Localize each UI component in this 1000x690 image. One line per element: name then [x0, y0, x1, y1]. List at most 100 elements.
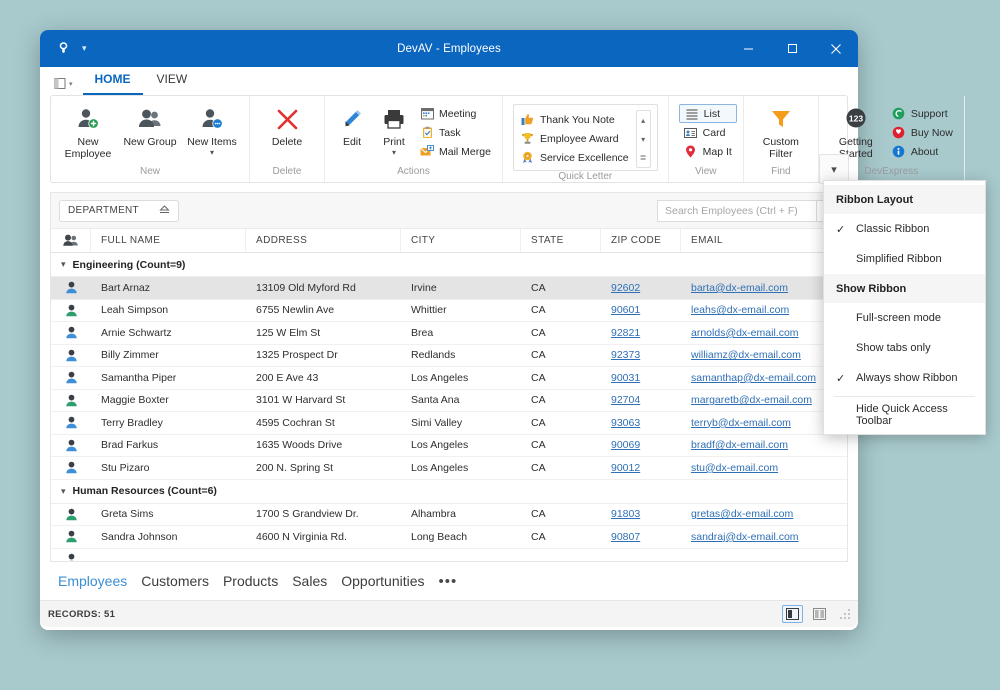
table-row[interactable]: Brad Farkus1635 Woods DriveLos AngelesCA… — [51, 435, 847, 458]
new-employee-button[interactable]: New Employee — [57, 101, 119, 160]
cell-zip-code[interactable]: 90601 — [601, 300, 681, 322]
document-tab-products[interactable]: Products — [223, 573, 278, 589]
table-row[interactable]: Samantha Piper200 E Ave 43Los AngelesCA9… — [51, 367, 847, 390]
printer-icon — [382, 105, 406, 133]
cell-address: 200 E Ave 43 — [246, 367, 401, 389]
getting-started-button[interactable]: 123 Getting Started — [825, 101, 887, 160]
menu-item-hide-quick-access-toolbar[interactable]: Hide Quick Access Toolbar — [824, 400, 985, 430]
customize-qat-chevron-down-icon[interactable]: ▾ — [82, 44, 87, 53]
cell-email[interactable]: bradf@dx-email.com — [681, 435, 847, 457]
cell-zip-code[interactable]: 90031 — [601, 367, 681, 389]
view-map-it-button[interactable]: Map It — [679, 142, 737, 161]
meeting-button[interactable]: Meeting — [415, 104, 496, 123]
quick-letter-gallery-scrollbar[interactable]: ▴ ▾ ≣ — [636, 110, 651, 168]
group-row[interactable]: ▾Human Resources (Count=6) — [51, 480, 847, 504]
cell-email[interactable]: gretas@dx-email.com — [681, 504, 847, 526]
document-tab-customers[interactable]: Customers — [141, 573, 209, 589]
print-chevron-down-icon[interactable]: ▾ — [392, 149, 396, 157]
table-row[interactable] — [51, 549, 847, 562]
thank-you-note-button[interactable]: Thank You Note — [516, 110, 634, 129]
cell-zip-code[interactable]: 91803 — [601, 504, 681, 526]
table-row[interactable]: Maggie Boxter3101 W Harvard StSanta AnaC… — [51, 390, 847, 413]
menu-item-simplified-ribbon[interactable]: Simplified Ribbon — [824, 244, 985, 274]
menu-item-full-screen-mode[interactable]: Full-screen mode — [824, 303, 985, 333]
cell-zip-code[interactable]: 90807 — [601, 526, 681, 548]
maximize-icon[interactable] — [770, 30, 814, 67]
document-tab-sales[interactable]: Sales — [292, 573, 327, 589]
devav-logo-icon[interactable] — [54, 40, 72, 58]
tab-home[interactable]: HOME — [83, 68, 143, 95]
buy-now-button[interactable]: Buy Now — [887, 123, 958, 142]
users-group-icon — [137, 105, 163, 133]
gallery-chevron-down-icon[interactable]: ▾ — [637, 130, 650, 149]
document-tab-more[interactable]: ••• — [439, 573, 458, 590]
support-button[interactable]: Support — [887, 104, 958, 123]
sort-ascending-icon[interactable] — [159, 205, 170, 217]
split-view-icon[interactable] — [782, 605, 803, 623]
document-tab-employees[interactable]: Employees — [58, 573, 127, 589]
cell-address: 200 N. Spring St — [246, 457, 401, 479]
view-list-button[interactable]: List — [679, 104, 737, 123]
cell-email[interactable]: stu@dx-email.com — [681, 457, 847, 479]
menu-item-full-screen-mode-label: Full-screen mode — [856, 312, 941, 324]
print-button[interactable]: Print ▾ — [373, 101, 415, 157]
table-row[interactable]: Arnie Schwartz125 W Elm StBreaCA92821arn… — [51, 322, 847, 345]
table-row[interactable]: Sandra Johnson4600 N Virginia Rd.Long Be… — [51, 526, 847, 549]
chevron-down-icon[interactable]: ▾ — [61, 259, 66, 270]
chevron-down-icon[interactable]: ▾ — [61, 486, 66, 497]
new-items-chevron-down-icon[interactable]: ▾ — [210, 149, 214, 157]
column-header-icon[interactable] — [51, 229, 91, 252]
column-header-zip-code[interactable]: ZIP CODE — [601, 229, 681, 252]
document-tab-opportunities[interactable]: Opportunities — [341, 573, 424, 589]
column-header-address[interactable]: ADDRESS — [246, 229, 401, 252]
cell-city: Redlands — [401, 345, 521, 367]
row-avatar-icon — [51, 549, 91, 562]
ribbon-group-find: Custom Filter Find — [744, 96, 819, 182]
edit-button[interactable]: Edit — [331, 101, 373, 148]
new-items-button[interactable]: New Items ▾ — [181, 101, 243, 157]
table-row[interactable]: Billy Zimmer1325 Prospect DrRedlandsCA92… — [51, 345, 847, 368]
cell-zip-code[interactable]: 90012 — [601, 457, 681, 479]
resize-grip-icon[interactable] — [840, 609, 850, 619]
cell-zip-code[interactable]: 90069 — [601, 435, 681, 457]
table-row[interactable]: Greta Sims1700 S Grandview Dr.AlhambraCA… — [51, 504, 847, 527]
cell-zip-code[interactable]: 92821 — [601, 322, 681, 344]
cell-email[interactable]: sandraj@dx-email.com — [681, 526, 847, 548]
column-header-full-name[interactable]: FULL NAME — [91, 229, 246, 252]
new-group-button[interactable]: New Group — [119, 101, 181, 148]
record-count-label: RECORDS: 51 — [48, 609, 115, 620]
minimize-icon[interactable] — [726, 30, 770, 67]
menu-item-always-show-ribbon[interactable]: ✓ Always show Ribbon — [824, 363, 985, 393]
gallery-chevron-up-icon[interactable]: ▴ — [637, 111, 650, 130]
menu-item-show-tabs-only[interactable]: Show tabs only — [824, 333, 985, 363]
search-input[interactable] — [657, 200, 817, 222]
table-row[interactable]: Terry Bradley4595 Cochran StSimi ValleyC… — [51, 412, 847, 435]
menu-item-classic-ribbon[interactable]: ✓ Classic Ribbon — [824, 214, 985, 244]
about-button[interactable]: About — [887, 142, 958, 161]
delete-label: Delete — [272, 136, 302, 148]
column-header-state[interactable]: STATE — [521, 229, 601, 252]
group-row[interactable]: ▾Engineering (Count=9) — [51, 253, 847, 277]
column-header-city[interactable]: CITY — [401, 229, 521, 252]
table-row[interactable]: Stu Pizaro200 N. Spring StLos AngelesCA9… — [51, 457, 847, 480]
custom-filter-button[interactable]: Custom Filter — [750, 101, 812, 160]
group-by-department-chip[interactable]: DEPARTMENT — [59, 200, 179, 222]
table-row[interactable]: Bart Arnaz13109 Old Myford RdIrvineCA926… — [51, 277, 847, 300]
gallery-expand-icon[interactable]: ≣ — [637, 148, 650, 167]
cell-zip-code[interactable]: 92373 — [601, 345, 681, 367]
delete-button[interactable]: Delete — [256, 101, 318, 148]
employee-award-button[interactable]: Employee Award — [516, 129, 634, 148]
cell-zip-code[interactable]: 92602 — [601, 277, 681, 299]
ribbon-display-options-icon[interactable]: ▾ — [52, 77, 81, 95]
cell-state: CA — [521, 390, 601, 412]
book-view-icon[interactable] — [809, 605, 830, 623]
close-icon[interactable] — [814, 30, 858, 67]
cell-zip-code[interactable]: 92704 — [601, 390, 681, 412]
table-row[interactable]: Leah Simpson6755 Newlin AveWhittierCA906… — [51, 300, 847, 323]
task-button[interactable]: Task — [415, 123, 496, 142]
cell-zip-code[interactable]: 93063 — [601, 412, 681, 434]
service-excellence-button[interactable]: Service Excellence — [516, 148, 634, 167]
view-card-button[interactable]: Card — [679, 123, 737, 142]
mail-merge-button[interactable]: Mail Merge — [415, 142, 496, 161]
tab-view[interactable]: VIEW — [145, 68, 200, 95]
